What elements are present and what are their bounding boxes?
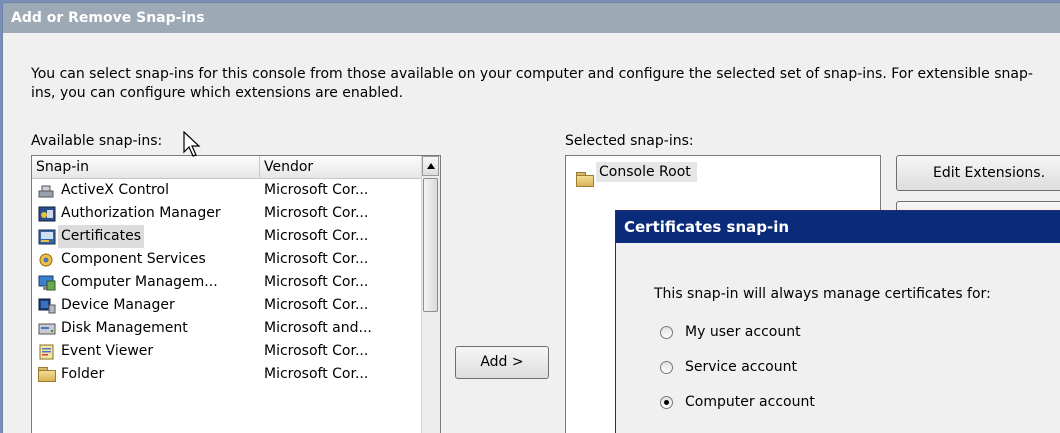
column-header-snapin[interactable]: Snap-in: [32, 156, 260, 178]
column-header-vendor[interactable]: Vendor: [260, 156, 423, 178]
list-item[interactable]: Certificates Microsoft Cor...: [32, 225, 423, 248]
activex-icon: [38, 183, 56, 199]
radio-button-icon[interactable]: [660, 360, 673, 374]
snapin-vendor: Microsoft Cor...: [264, 205, 369, 221]
radio-label: Service account: [685, 359, 797, 375]
snapin-name: Disk Management: [61, 320, 188, 336]
mouse-pointer-icon: [183, 130, 203, 163]
window-title: Add or Remove Snap-ins: [3, 3, 1060, 33]
snapin-vendor: Microsoft Cor...: [264, 297, 369, 313]
snapin-name: Device Manager: [61, 297, 175, 313]
snapin-vendor: Microsoft Cor...: [264, 366, 369, 382]
list-item[interactable]: Console Root: [576, 162, 697, 182]
console-root-label: Console Root: [596, 162, 697, 182]
snapin-name: ActiveX Control: [61, 182, 169, 198]
radio-button-selected-icon[interactable]: [660, 395, 673, 409]
snapin-name: Folder: [61, 366, 105, 382]
list-item[interactable]: ActiveX Control Microsoft Cor...: [32, 179, 423, 202]
list-item[interactable]: Event Viewer Microsoft Cor...: [32, 340, 423, 363]
scroll-up-icon[interactable]: [422, 156, 439, 176]
radio-label: Computer account: [685, 394, 815, 410]
snapin-name: Component Services: [61, 251, 206, 267]
event-viewer-icon: [38, 344, 56, 360]
component-services-icon: [38, 252, 56, 268]
authorization-icon: [38, 206, 56, 222]
radio-my-user-account[interactable]: My user account: [660, 322, 801, 342]
snapin-vendor: Microsoft Cor...: [264, 228, 369, 244]
radio-computer-account[interactable]: Computer account: [660, 392, 815, 412]
snapin-name: Event Viewer: [61, 343, 154, 359]
list-item[interactable]: Authorization Manager Microsoft Cor...: [32, 202, 423, 225]
snapin-vendor: Microsoft Cor...: [264, 274, 369, 290]
snapin-name: Authorization Manager: [61, 205, 221, 221]
list-item[interactable]: Computer Managem... Microsoft Cor...: [32, 271, 423, 294]
add-remove-snapins-window: Add or Remove Snap-ins You can select sn…: [2, 2, 1060, 433]
list-item[interactable]: Folder Microsoft Cor...: [32, 363, 423, 386]
add-button[interactable]: Add >: [455, 346, 549, 379]
vertical-scrollbar[interactable]: [421, 156, 440, 433]
snapin-vendor: Microsoft Cor...: [264, 251, 369, 267]
selected-snapins-label: Selected snap-ins:: [565, 133, 694, 149]
available-snapins-list[interactable]: Snap-in Vendor ActiveX Control Microsoft…: [31, 155, 441, 433]
snapin-name: Certificates: [58, 225, 145, 248]
list-item[interactable]: Disk Management Microsoft and...: [32, 317, 423, 340]
snapin-name: Computer Managem...: [61, 274, 218, 290]
device-manager-icon: [38, 298, 56, 314]
snapin-vendor: Microsoft Cor...: [264, 343, 369, 359]
disk-management-icon: [38, 321, 56, 337]
radio-button-icon[interactable]: [660, 325, 673, 339]
radio-service-account[interactable]: Service account: [660, 357, 797, 377]
description-text: You can select snap-ins for this console…: [31, 66, 1033, 101]
computer-management-icon: [38, 275, 56, 291]
dialog-title: Certificates snap-in: [616, 211, 1060, 243]
certificates-icon: [38, 229, 56, 245]
list-item[interactable]: Device Manager Microsoft Cor...: [32, 294, 423, 317]
radio-label: My user account: [685, 324, 801, 340]
snapin-vendor: Microsoft and...: [264, 320, 372, 336]
available-snapins-label: Available snap-ins:: [31, 133, 163, 149]
certificates-snapin-dialog: Certificates snap-in This snap-in will a…: [615, 210, 1060, 433]
dialog-prompt: This snap-in will always manage certific…: [654, 286, 991, 302]
edit-extensions-button[interactable]: Edit Extensions.: [896, 155, 1060, 191]
list-item[interactable]: Component Services Microsoft Cor...: [32, 248, 423, 271]
list-header: Snap-in Vendor: [32, 156, 423, 179]
snapin-vendor: Microsoft Cor...: [264, 182, 369, 198]
scroll-thumb[interactable]: [423, 178, 438, 312]
folder-icon: [38, 367, 56, 383]
